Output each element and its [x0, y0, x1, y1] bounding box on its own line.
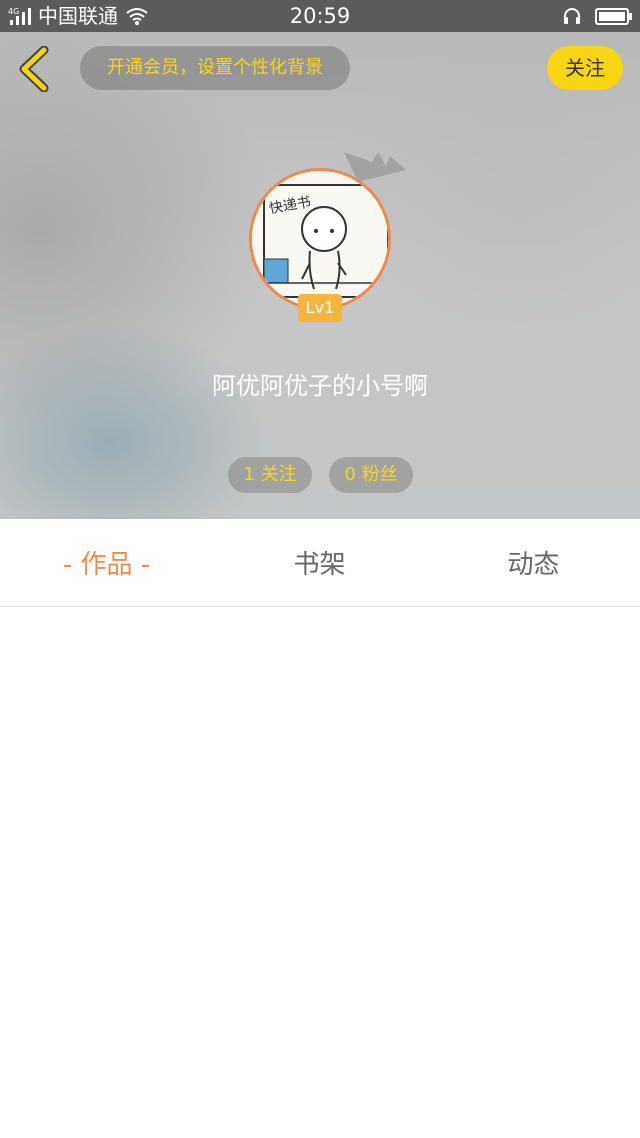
- fans-count[interactable]: 0 粉丝: [329, 457, 413, 493]
- headset-icon: [564, 8, 580, 24]
- avatar[interactable]: 快递书: [249, 168, 391, 310]
- follow-button[interactable]: 关注: [547, 46, 623, 90]
- tab-works[interactable]: - 作品 -: [0, 519, 213, 607]
- avatar-image: 快递书: [252, 171, 388, 307]
- level-badge: Lv1: [298, 294, 342, 322]
- tab-bookshelf[interactable]: 书架: [213, 519, 426, 607]
- vip-background-banner[interactable]: 开通会员，设置个性化背景: [80, 46, 350, 90]
- tab-activity[interactable]: 动态: [427, 519, 640, 607]
- battery-icon: [595, 8, 632, 25]
- works-list: [0, 608, 640, 1138]
- following-count[interactable]: 1 关注: [228, 457, 312, 493]
- profile-header: 开通会员，设置个性化背景 关注 快递书 Lv1 阿优阿优子的小号啊 1 关注 0…: [0, 32, 640, 519]
- back-icon[interactable]: [14, 46, 54, 92]
- profile-tabs: - 作品 - 书架 动态: [0, 519, 640, 607]
- status-bar: 4G 中国联通 20:59: [0, 0, 640, 32]
- username: 阿优阿优子的小号啊: [212, 372, 428, 400]
- clock: 20:59: [289, 4, 351, 28]
